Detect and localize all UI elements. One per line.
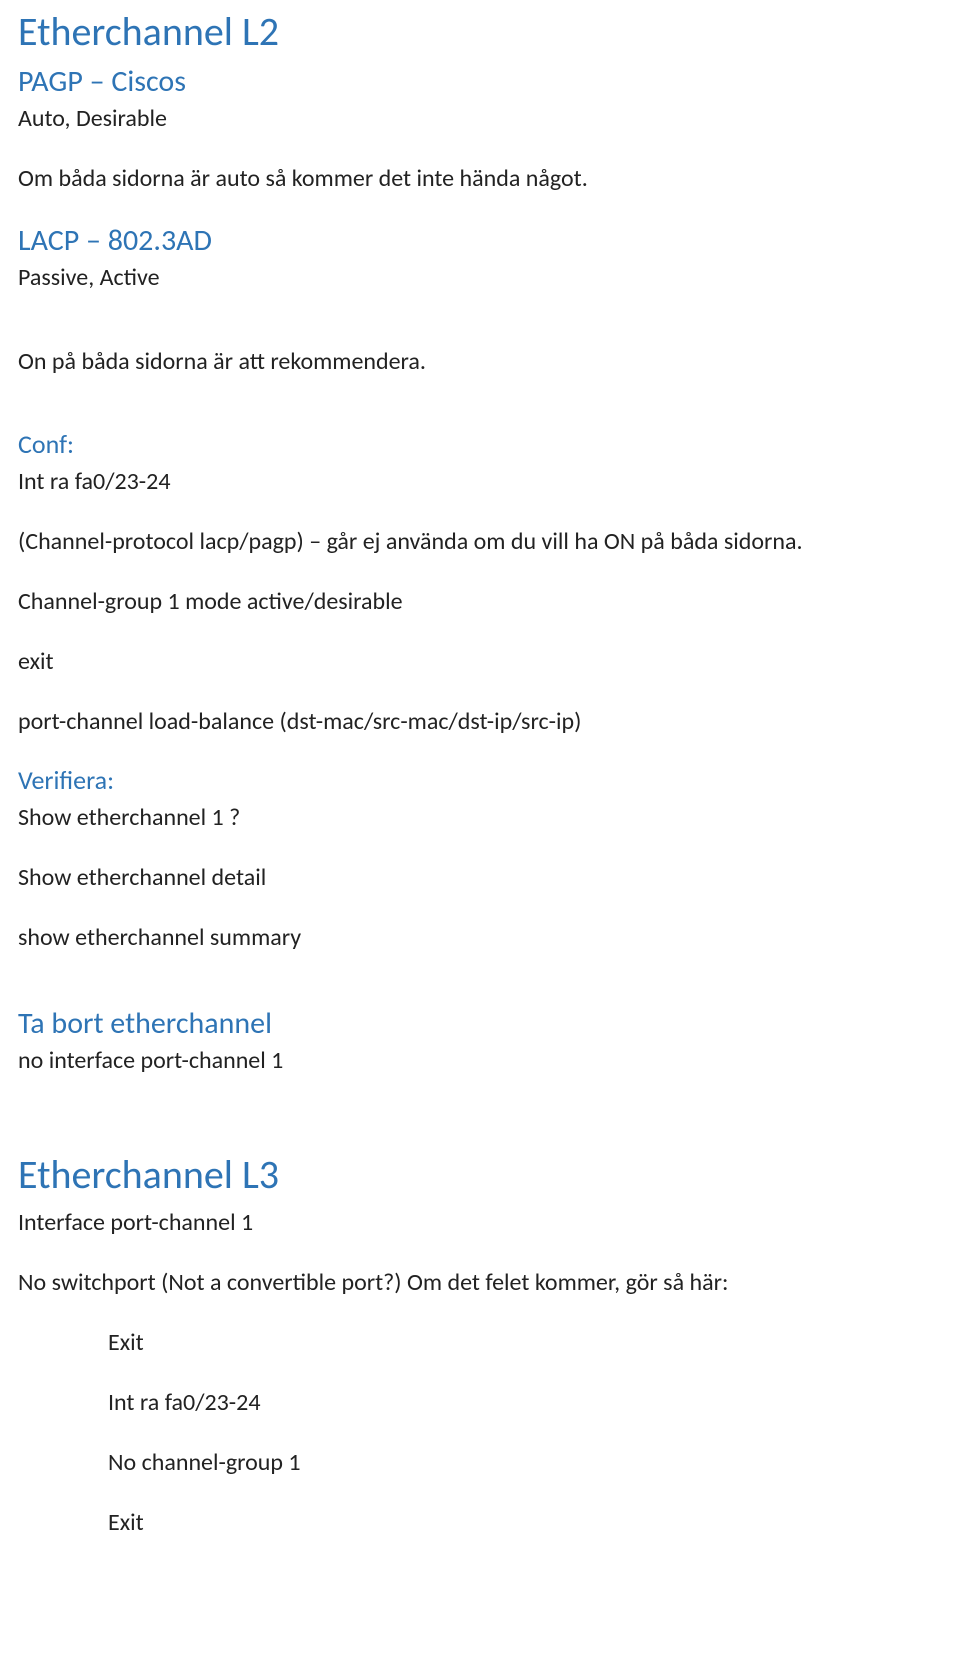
spacer bbox=[18, 1423, 942, 1445]
spacer bbox=[18, 1243, 942, 1265]
heading-etherchannel-l2: Etherchannel L2 bbox=[18, 8, 942, 56]
spacer bbox=[18, 139, 942, 161]
conf-line-2: (Channel-protocol lacp/pagp) – går ej an… bbox=[18, 524, 942, 560]
heading-lacp: LACP – 802.3AD bbox=[18, 221, 942, 260]
conf-line-4: exit bbox=[18, 644, 942, 680]
lacp-modes: Passive, Active bbox=[18, 260, 942, 296]
spacer bbox=[18, 682, 942, 704]
spacer bbox=[18, 838, 942, 860]
l3-indent-line-4: Exit bbox=[18, 1505, 942, 1541]
verify-line-3: show etherchannel summary bbox=[18, 920, 942, 956]
document-page: Etherchannel L2 PAGP – Ciscos Auto, Desi… bbox=[0, 0, 960, 1583]
spacer bbox=[18, 1303, 942, 1325]
spacer bbox=[18, 382, 942, 428]
spacer bbox=[18, 898, 942, 920]
l3-line-1: Interface port-channel 1 bbox=[18, 1205, 942, 1241]
verify-line-1: Show etherchannel 1 ? bbox=[18, 800, 942, 836]
pagp-modes: Auto, Desirable bbox=[18, 101, 942, 137]
l3-line-2: No switchport (Not a convertible port?) … bbox=[18, 1265, 942, 1301]
heading-remove: Ta bort etherchannel bbox=[18, 1004, 942, 1043]
spacer bbox=[18, 1081, 942, 1151]
heading-verify: Verifiera: bbox=[18, 764, 942, 798]
pagp-note: Om båda sidorna är auto så kommer det in… bbox=[18, 161, 942, 197]
conf-line-3: Channel-group 1 mode active/desirable bbox=[18, 584, 942, 620]
spacer bbox=[18, 1363, 942, 1385]
spacer bbox=[18, 502, 942, 524]
heading-pagp: PAGP – Ciscos bbox=[18, 62, 942, 101]
spacer bbox=[18, 958, 942, 1004]
l3-indent-line-2: Int ra fa0/23-24 bbox=[18, 1385, 942, 1421]
heading-conf: Conf: bbox=[18, 428, 942, 462]
spacer bbox=[18, 1483, 942, 1505]
verify-line-2: Show etherchannel detail bbox=[18, 860, 942, 896]
spacer bbox=[18, 742, 942, 764]
spacer bbox=[18, 199, 942, 221]
spacer bbox=[18, 622, 942, 644]
spacer bbox=[18, 562, 942, 584]
l3-indent-line-1: Exit bbox=[18, 1325, 942, 1361]
l3-indent-line-3: No channel-group 1 bbox=[18, 1445, 942, 1481]
conf-line-5: port-channel load-balance (dst-mac/src-m… bbox=[18, 704, 942, 740]
lacp-note: On på båda sidorna är att rekommendera. bbox=[18, 344, 942, 380]
heading-etherchannel-l3: Etherchannel L3 bbox=[18, 1151, 942, 1199]
remove-line-1: no interface port-channel 1 bbox=[18, 1043, 942, 1079]
conf-line-1: Int ra fa0/23-24 bbox=[18, 464, 942, 500]
spacer bbox=[18, 298, 942, 344]
